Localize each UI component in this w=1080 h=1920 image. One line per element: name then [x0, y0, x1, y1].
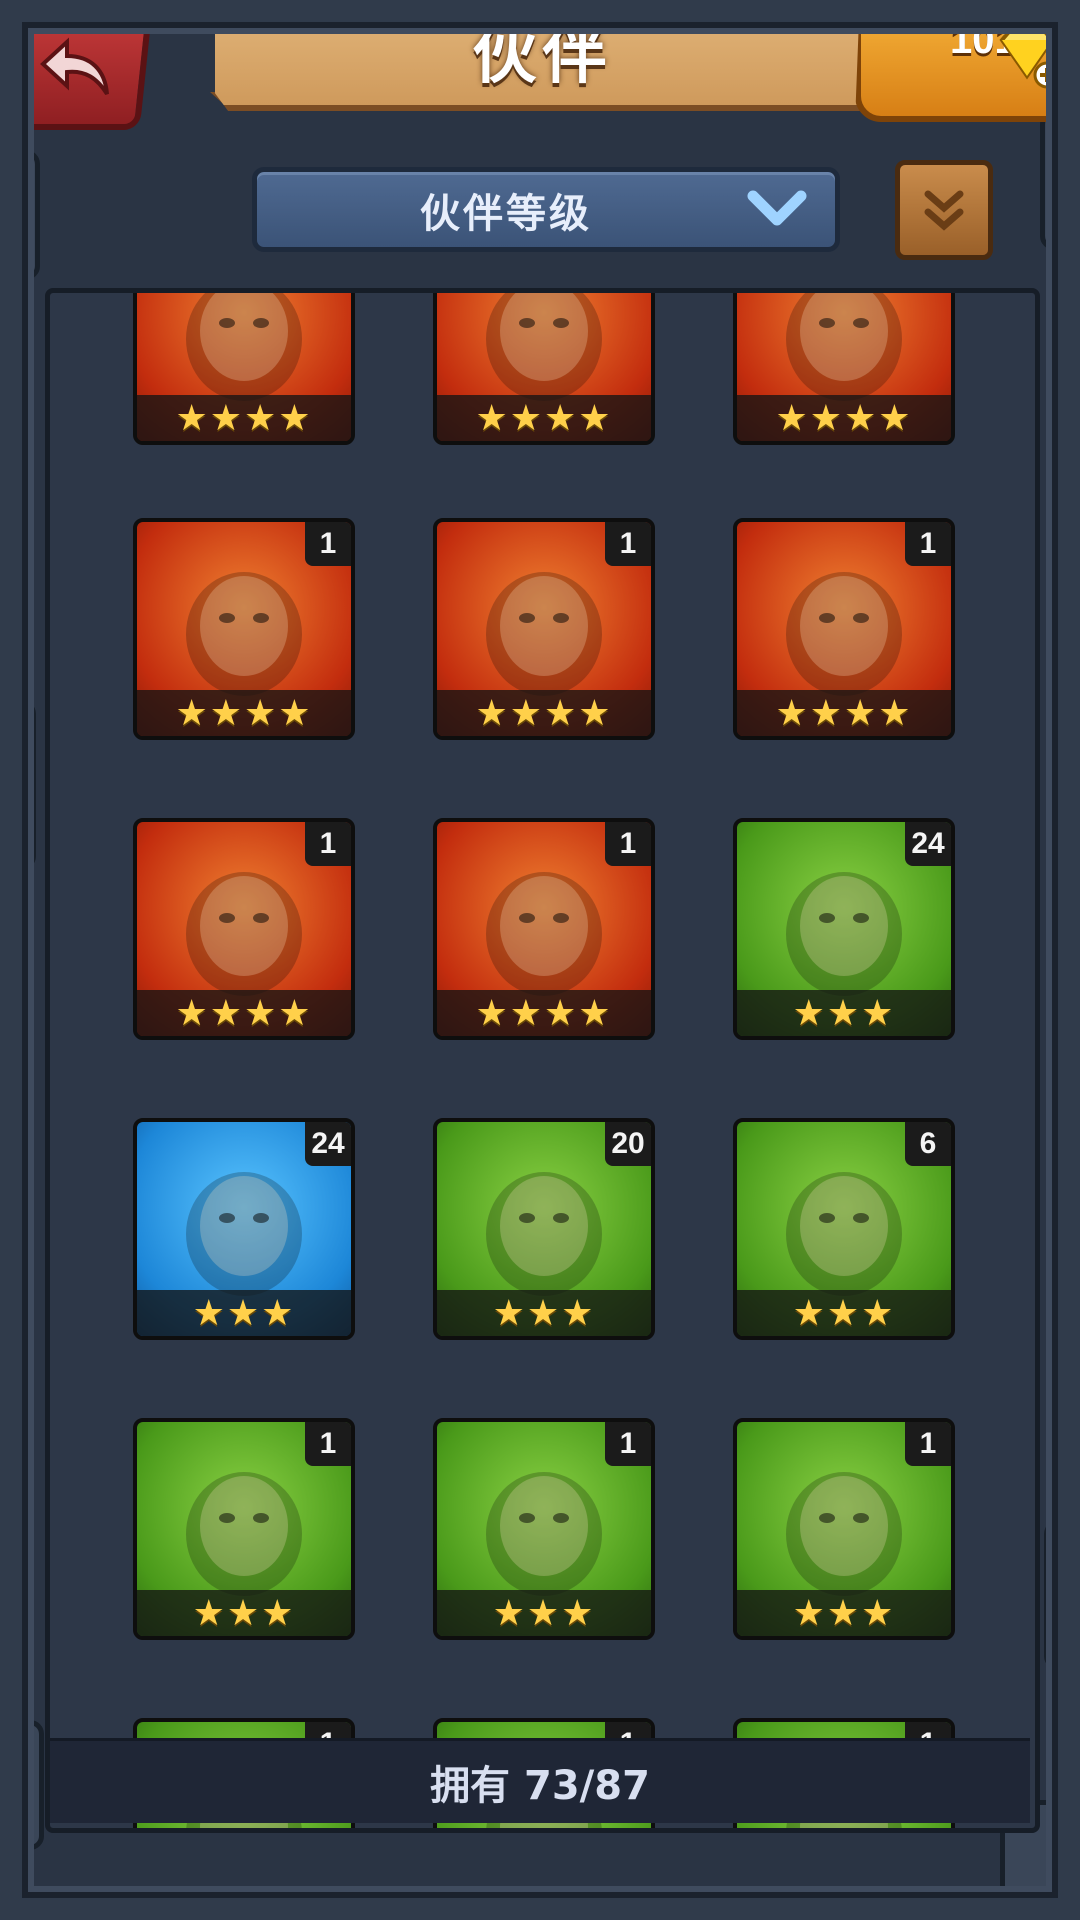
sort-label: 伙伴等级 [420, 190, 592, 237]
star-rating: ★★★★ [137, 690, 351, 736]
companion-portrait [186, 1472, 302, 1596]
companion-portrait [786, 293, 902, 401]
back-arrow-icon [40, 37, 109, 96]
level-badge: 1 [905, 1422, 951, 1466]
chevron-down-icon [747, 190, 807, 226]
companion-grid: ★★★★ ★★★★ ★★★★ ★★★★ 1 ★★★★ 1 ★★★★ 1 ★★★★ 1 ★★★★ 1 ★★★… [50, 293, 1035, 1828]
companion-card[interactable]: ★★★★ [433, 293, 655, 445]
frame-stone [1044, 1520, 1080, 1670]
star-rating: ★★★★ [737, 395, 951, 441]
companion-portrait [186, 293, 302, 401]
companion-portrait [186, 1172, 302, 1296]
star-rating: ★★★★ [437, 395, 651, 441]
star-rating: ★★★★ [437, 690, 651, 736]
companion-list[interactable]: ★★★★ ★★★★ ★★★★ ★★★★ 1 ★★★★ 1 ★★★★ 1 ★★★★ 1 ★★★★ 1 ★★★… [45, 288, 1040, 1833]
companion-portrait [186, 872, 302, 996]
star-rating: ★★★★ [437, 990, 651, 1036]
companion-portrait [786, 572, 902, 696]
companion-portrait [486, 872, 602, 996]
companion-card[interactable]: ★★★★ 1 [733, 518, 955, 740]
star-rating: ★★★ [137, 1590, 351, 1636]
companion-card[interactable]: ★★★★ [133, 293, 355, 445]
companion-card[interactable]: ★★★ 24 [733, 818, 955, 1040]
companion-portrait [186, 572, 302, 696]
gem-plus-icon[interactable] [992, 20, 1062, 90]
level-badge: 1 [305, 522, 351, 566]
level-badge: 1 [305, 822, 351, 866]
companion-card[interactable]: ★★★ 6 [733, 1118, 955, 1340]
companion-portrait [786, 1172, 902, 1296]
frame-stone [0, 150, 40, 280]
companion-card[interactable]: ★★★ 20 [433, 1118, 655, 1340]
star-rating: ★★★ [737, 990, 951, 1036]
back-button[interactable] [1, 8, 153, 130]
frame-stone [0, 1720, 44, 1850]
companion-card[interactable]: ★★★ 1 [733, 1418, 955, 1640]
companion-card[interactable]: ★★★ 1 [433, 1418, 655, 1640]
star-rating: ★★★ [737, 1590, 951, 1636]
companions-screen: ★★★★ ★★★★ ★★★★ ★★★★ 1 ★★★★ 1 ★★★★ 1 ★★★★ 1 ★★★★ 1 ★★★… [0, 0, 1080, 1920]
owned-count: 拥有 73/87 [50, 1738, 1030, 1823]
companion-portrait [486, 293, 602, 401]
star-rating: ★★★★ [137, 395, 351, 441]
level-badge: 6 [905, 1122, 951, 1166]
companion-portrait [486, 1172, 602, 1296]
sort-dropdown[interactable]: 伙伴等级 [252, 167, 840, 252]
page-title: 伙伴 [472, 19, 613, 93]
level-badge: 24 [305, 1122, 351, 1166]
companion-portrait [486, 572, 602, 696]
companion-card[interactable]: ★★★ 1 [133, 1418, 355, 1640]
level-badge: 1 [305, 1422, 351, 1466]
filter-button[interactable] [895, 160, 993, 260]
frame-stone [0, 700, 36, 870]
star-rating: ★★★ [737, 1290, 951, 1336]
companion-card[interactable]: ★★★★ 1 [433, 518, 655, 740]
companion-portrait [786, 872, 902, 996]
star-rating: ★★★★ [737, 690, 951, 736]
level-badge: 24 [905, 822, 951, 866]
companion-card[interactable]: ★★★★ 1 [433, 818, 655, 1040]
companion-portrait [786, 1472, 902, 1596]
level-badge: 1 [905, 522, 951, 566]
companion-card[interactable]: ★★★ 24 [133, 1118, 355, 1340]
level-badge: 20 [605, 1122, 651, 1166]
filter-scroll-icon [924, 190, 964, 231]
companion-card[interactable]: ★★★★ 1 [133, 518, 355, 740]
star-rating: ★★★ [137, 1290, 351, 1336]
companion-portrait [486, 1472, 602, 1596]
level-badge: 1 [605, 522, 651, 566]
companion-card[interactable]: ★★★★ 1 [133, 818, 355, 1040]
companion-card[interactable]: ★★★★ [733, 293, 955, 445]
star-rating: ★★★ [437, 1590, 651, 1636]
star-rating: ★★★ [437, 1290, 651, 1336]
level-badge: 1 [605, 822, 651, 866]
star-rating: ★★★★ [137, 990, 351, 1036]
frame-stone [1040, 110, 1080, 250]
level-badge: 1 [605, 1422, 651, 1466]
